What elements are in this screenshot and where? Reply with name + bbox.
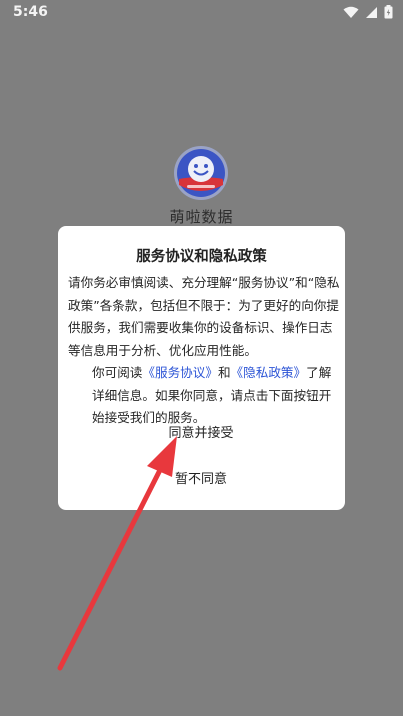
- privacy-dialog: 服务协议和隐私政策 请你务必审慎阅读、充分理解“服务协议”和“隐私政策”各条款，…: [58, 226, 345, 510]
- screen: 5:46 萌啦数据 服务协议和隐私政策 请你务必审慎阅读、充分理解“服务协议”和…: [0, 0, 403, 716]
- dialog-body: 请你务必审慎阅读、充分理解“服务协议”和“隐私政策”各条款，包括但不限于：为了更…: [68, 272, 340, 430]
- links-prefix: 你可阅读: [92, 365, 143, 380]
- service-agreement-link[interactable]: 《服务协议》: [142, 365, 218, 380]
- status-icons: [343, 4, 393, 20]
- privacy-policy-link[interactable]: 《隐私政策》: [231, 365, 307, 380]
- policy-links-paragraph: 你可阅读《服务协议》和《隐私政策》了解详细信息。如果你同意，请点击下面按钮开始接…: [68, 362, 340, 430]
- app-name: 萌啦数据: [169, 208, 234, 226]
- dialog-title: 服务协议和隐私政策: [136, 249, 267, 265]
- smiley-face-logo: [174, 146, 228, 200]
- wifi-icon: [343, 6, 359, 18]
- accept-button[interactable]: 同意并接受: [161, 423, 241, 445]
- signal-icon: [366, 6, 377, 18]
- status-bar: 5:46: [0, 0, 403, 24]
- links-and: 和: [217, 365, 231, 380]
- battery-icon: [384, 5, 393, 19]
- status-time: 5:46: [13, 4, 48, 20]
- decline-button[interactable]: 暂不同意: [161, 469, 241, 491]
- policy-paragraph: 请你务必审慎阅读、充分理解“服务协议”和“隐私政策”各条款，包括但不限于：为了更…: [68, 275, 340, 358]
